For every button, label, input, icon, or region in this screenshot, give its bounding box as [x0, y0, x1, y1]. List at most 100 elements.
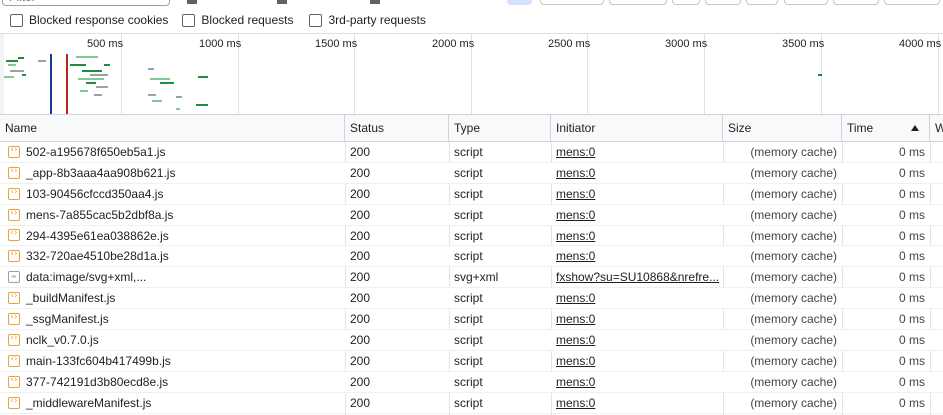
- cell-name[interactable]: 332-720ae4510be28d1a.js: [0, 246, 345, 266]
- initiator-link[interactable]: mens:0: [556, 291, 595, 305]
- cell-size: (memory cache): [750, 186, 837, 201]
- column-header-name[interactable]: Name: [0, 115, 345, 142]
- overview-scroll-handle[interactable]: [0, 34, 4, 114]
- column-header-time[interactable]: Time: [842, 115, 930, 142]
- filter-type-media-button[interactable]: [833, 0, 879, 5]
- blocked-requests-checkbox[interactable]: Blocked requests: [182, 13, 293, 27]
- waterfall-bar: [22, 74, 26, 76]
- table-body: 502-a195678f650eb5a1.js 200 script mens:0 (m…: [0, 142, 943, 414]
- cell-name[interactable]: mens-7a855cac5b2dbf8a.js: [0, 205, 345, 225]
- cell-type: script: [454, 333, 483, 348]
- filter-settings-icon[interactable]: [370, 0, 380, 4]
- timeline-tick-label: 3000 ms: [665, 38, 708, 50]
- table-row[interactable]: _ssgManifest.js 200 script mens:0 (memory ca…: [0, 309, 943, 331]
- filter-type-css-button[interactable]: [672, 0, 700, 5]
- invert-toggle-icon[interactable]: [187, 0, 197, 4]
- column-header-size[interactable]: Size: [723, 115, 842, 142]
- cell-name[interactable]: 502-a195678f650eb5a1.js: [0, 142, 345, 162]
- cell-initiator[interactable]: mens:0: [551, 226, 723, 246]
- checkbox-label: Blocked requests: [201, 13, 294, 27]
- table-row[interactable]: 294-4395e61ea038862e.js 200 script mens:0 (m…: [0, 226, 943, 247]
- cell-name[interactable]: 103-90456cfccd350aa4.js: [0, 184, 345, 204]
- table-row[interactable]: main-133fc604b417499b.js 200 script mens:0 (…: [0, 351, 943, 372]
- column-header-type[interactable]: Type: [449, 115, 551, 142]
- filter-type-fetch-button[interactable]: [540, 0, 604, 5]
- cell-status: 200: [350, 186, 371, 201]
- filter-field[interactable]: [2, 0, 170, 6]
- table-row[interactable]: 103-90456cfccd350aa4.js 200 script mens:0 (m…: [0, 184, 943, 205]
- cell-size: (memory cache): [750, 207, 837, 222]
- initiator-link[interactable]: mens:0: [556, 396, 595, 410]
- cell-initiator[interactable]: mens:0: [551, 309, 723, 329]
- waterfall-bar: [90, 74, 108, 76]
- table-row[interactable]: nclk_v0.7.0.js 200 script mens:0 (memory cac…: [0, 330, 943, 351]
- waterfall-bar: [18, 57, 24, 59]
- initiator-link[interactable]: mens:0: [556, 229, 595, 243]
- cell-initiator[interactable]: mens:0: [551, 205, 723, 225]
- filter-type-font-button[interactable]: [705, 0, 741, 5]
- filter-type-doc-button[interactable]: [746, 0, 778, 5]
- initiator-link[interactable]: mens:0: [556, 208, 595, 222]
- cell-initiator[interactable]: mens:0: [551, 184, 723, 204]
- cell-initiator[interactable]: mens:0: [551, 142, 723, 162]
- column-header-initiator[interactable]: Initiator: [551, 115, 723, 142]
- request-name: mens-7a855cac5b2dbf8a.js: [26, 207, 174, 222]
- cell-status: 200: [350, 207, 371, 222]
- table-row[interactable]: data:image/svg+xml,... 200 svg+xml fxshow?s…: [0, 267, 943, 289]
- cell-name[interactable]: _buildManifest.js: [0, 288, 345, 308]
- timeline-overview[interactable]: 500 ms 1000 ms 1500 ms 2000 ms 2500 ms 3…: [0, 33, 943, 114]
- checkbox-box[interactable]: [309, 13, 323, 27]
- cell-initiator[interactable]: mens:0: [551, 372, 723, 392]
- table-row[interactable]: _buildManifest.js 200 script mens:0 (memory …: [0, 288, 943, 310]
- waterfall-bar: [152, 100, 162, 102]
- cell-name[interactable]: _app-8b3aaa4aa908b621.js: [0, 163, 345, 183]
- cell-initiator[interactable]: mens:0: [551, 393, 723, 413]
- initiator-link[interactable]: mens:0: [556, 354, 595, 368]
- initiator-link[interactable]: fxshow?su=SU10868&nrefre...: [556, 270, 719, 284]
- table-row[interactable]: 377-742191d3b80ecd8e.js 200 script mens:0 (m…: [0, 371, 943, 393]
- cell-name[interactable]: data:image/svg+xml,...: [0, 267, 345, 287]
- cell-initiator[interactable]: mens:0: [551, 163, 723, 183]
- table-row[interactable]: _app-8b3aaa4aa908b621.js 200 script mens:0 (…: [0, 162, 943, 184]
- cell-type: script: [454, 165, 483, 180]
- cell-name[interactable]: _ssgManifest.js: [0, 309, 345, 329]
- blocked-response-cookies-checkbox[interactable]: Blocked response cookies: [10, 13, 168, 27]
- initiator-link[interactable]: mens:0: [556, 249, 595, 263]
- cell-name[interactable]: _middlewareManifest.js: [0, 393, 345, 413]
- initiator-link[interactable]: mens:0: [556, 166, 595, 180]
- third-party-requests-checkbox[interactable]: 3rd-party requests: [309, 13, 426, 27]
- cell-initiator[interactable]: mens:0: [551, 288, 723, 308]
- cell-name[interactable]: 294-4395e61ea038862e.js: [0, 226, 345, 246]
- filter-type-wasm-button[interactable]: [884, 0, 940, 5]
- column-header-label: Size: [728, 121, 752, 135]
- table-row[interactable]: mens-7a855cac5b2dbf8a.js 200 script mens:0 (…: [0, 204, 943, 226]
- table-row[interactable]: 502-a195678f650eb5a1.js 200 script mens:0 (m…: [0, 142, 943, 163]
- table-row[interactable]: _middlewareManifest.js 200 script mens:0 (me…: [0, 393, 943, 414]
- filter-type-js-button[interactable]: [609, 0, 667, 5]
- cell-time: 0 ms: [898, 249, 925, 264]
- filter-input[interactable]: [3, 0, 169, 5]
- cell-name[interactable]: nclk_v0.7.0.js: [0, 330, 345, 350]
- table-row[interactable]: 332-720ae4510be28d1a.js 200 script mens:0 (m…: [0, 246, 943, 268]
- cell-initiator[interactable]: mens:0: [551, 246, 723, 266]
- cell-status: 200: [350, 395, 371, 410]
- filter-type-img-button[interactable]: [784, 0, 828, 5]
- checkbox-box[interactable]: [10, 13, 23, 27]
- cell-initiator[interactable]: fxshow?su=SU10868&nrefre...: [551, 267, 723, 287]
- initiator-link[interactable]: mens:0: [556, 375, 595, 389]
- column-header-status[interactable]: Status: [345, 115, 449, 142]
- cell-initiator[interactable]: mens:0: [551, 351, 723, 371]
- filter-type-all-button[interactable]: [507, 0, 532, 5]
- cell-name[interactable]: 377-742191d3b80ecd8e.js: [0, 372, 345, 392]
- initiator-link[interactable]: mens:0: [556, 333, 595, 347]
- initiator-link[interactable]: mens:0: [556, 312, 595, 326]
- initiator-link[interactable]: mens:0: [556, 145, 595, 159]
- checkbox-box[interactable]: [182, 13, 196, 27]
- cell-initiator[interactable]: mens:0: [551, 330, 723, 350]
- cell-name[interactable]: main-133fc604b417499b.js: [0, 351, 345, 371]
- column-header-waterfall[interactable]: W: [930, 115, 943, 142]
- waterfall-bar: [160, 82, 174, 84]
- initiator-link[interactable]: mens:0: [556, 187, 595, 201]
- cell-type: script: [454, 374, 483, 389]
- more-filters-icon[interactable]: [277, 0, 287, 4]
